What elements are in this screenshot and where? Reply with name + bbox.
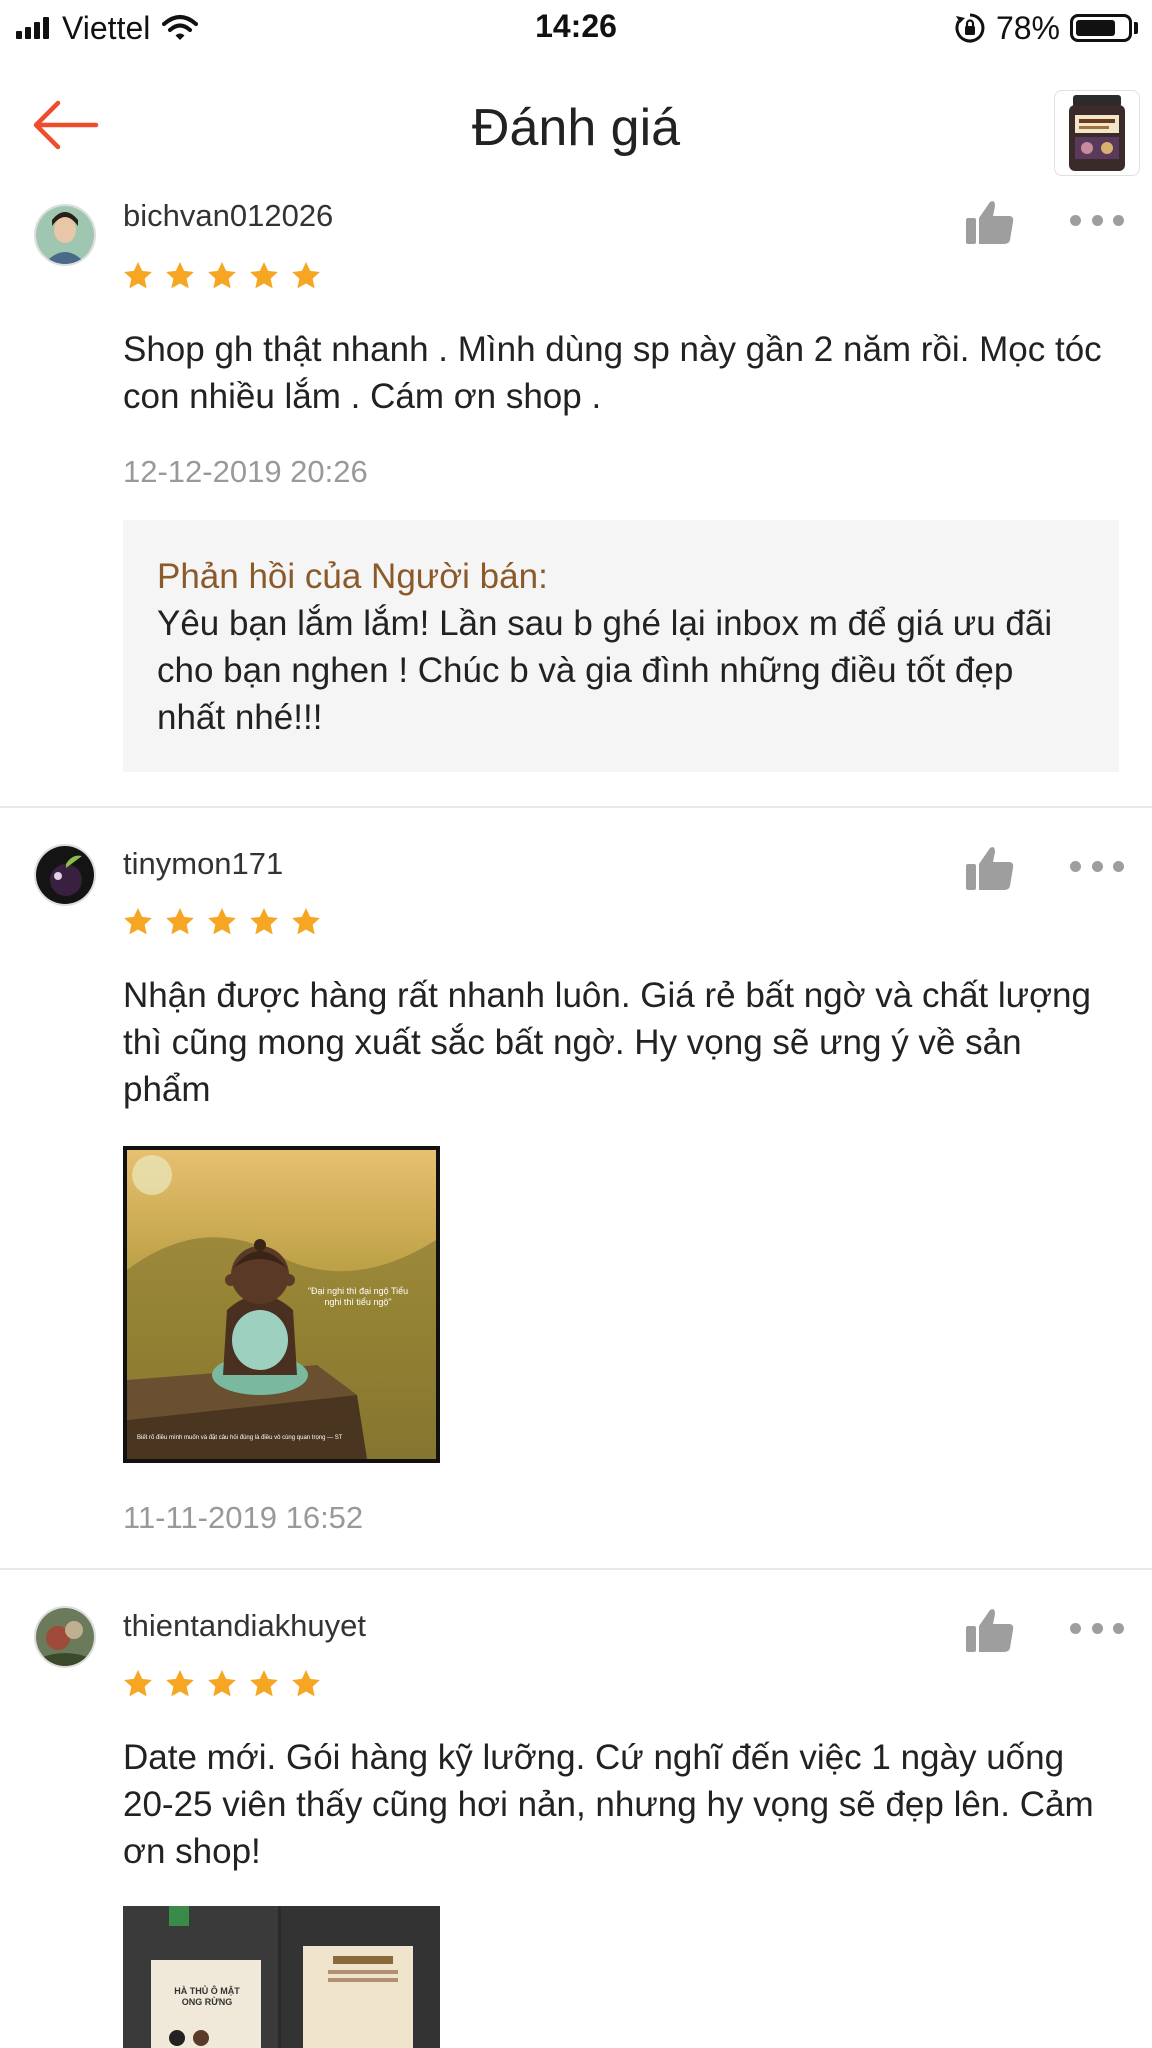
thumbs-up-icon bbox=[966, 847, 1014, 890]
rotation-lock-icon bbox=[955, 13, 985, 43]
product-jars-photo bbox=[123, 1906, 440, 2048]
more-dot bbox=[1070, 860, 1081, 872]
review-date: 12-12-2019 20:26 bbox=[123, 454, 368, 489]
like-button[interactable] bbox=[964, 198, 1016, 246]
more-dot bbox=[1070, 214, 1081, 226]
star-icon bbox=[124, 262, 152, 289]
star-icon bbox=[124, 908, 152, 935]
review-divider bbox=[0, 806, 1152, 808]
review-divider bbox=[0, 1568, 1152, 1570]
jar-label-text: HÀ THỦ Ô MẬT ONG RỪNG bbox=[174, 1986, 240, 2007]
like-button[interactable] bbox=[964, 1606, 1016, 1654]
star-icon bbox=[208, 1670, 236, 1697]
review-username[interactable]: thientandiakhuyet bbox=[123, 1608, 366, 1644]
battery-tip bbox=[1134, 22, 1138, 34]
product-jar-image bbox=[1069, 95, 1125, 171]
photo-quote: "Đại nghi thì đại ngộ Tiểu nghi thì tiểu… bbox=[307, 1286, 409, 1307]
avatar[interactable] bbox=[34, 204, 96, 266]
more-options-button[interactable] bbox=[1070, 210, 1124, 230]
seller-reply: Phản hồi của Người bán: Yêu bạn lắm lắm!… bbox=[123, 520, 1119, 772]
photo-caption: Biết rõ điều mình muốn và đặt câu hỏi đú… bbox=[137, 1435, 343, 1441]
review-username[interactable]: tinymon171 bbox=[123, 846, 283, 882]
product-thumbnail[interactable] bbox=[1054, 90, 1140, 176]
review-username[interactable]: bichvan012026 bbox=[123, 198, 333, 234]
review-item: thientandiakhuyet Date mới. Gói hàng kỹ … bbox=[0, 1606, 1152, 2048]
more-dot bbox=[1091, 860, 1103, 872]
more-dot bbox=[1091, 1622, 1103, 1634]
more-dot bbox=[1113, 214, 1124, 226]
star-icon bbox=[292, 908, 320, 935]
review-text: Date mới. Gói hàng kỹ lưỡng. Cứ nghĩ đến… bbox=[123, 1738, 1094, 1871]
review-date: 11-11-2019 16:52 bbox=[123, 1500, 364, 1535]
user-avatar-image bbox=[36, 1608, 94, 1666]
star-icon bbox=[208, 908, 236, 935]
page-title: Đánh giá bbox=[471, 99, 681, 157]
star-icon bbox=[250, 262, 278, 289]
avatar[interactable] bbox=[34, 1606, 96, 1668]
star-icon bbox=[166, 262, 194, 289]
more-dot bbox=[1113, 860, 1124, 872]
star-rating bbox=[122, 260, 332, 292]
star-icon bbox=[292, 262, 320, 289]
more-options-button[interactable] bbox=[1070, 1618, 1124, 1638]
more-options-button[interactable] bbox=[1070, 856, 1124, 876]
star-rating bbox=[122, 1668, 332, 1700]
thumbs-up-icon bbox=[966, 1609, 1014, 1652]
star-icon bbox=[292, 1670, 320, 1697]
review-photo[interactable]: "Đại nghi thì đại ngộ Tiểu nghi thì tiểu… bbox=[123, 1146, 440, 1463]
thumbs-up-icon bbox=[966, 201, 1014, 244]
review-photo[interactable]: HÀ THỦ Ô MẬT ONG RỪNG bbox=[123, 1906, 440, 2048]
battery-icon bbox=[1070, 14, 1132, 42]
star-icon bbox=[124, 1670, 152, 1697]
nav-bar: Đánh giá bbox=[0, 58, 1152, 198]
battery-percent: 78% bbox=[995, 9, 1060, 46]
more-dot bbox=[1113, 1622, 1124, 1634]
star-icon bbox=[166, 1670, 194, 1697]
review-text: Shop gh thật nhanh . Mình dùng sp này gầ… bbox=[123, 330, 1102, 416]
seller-reply-text: Yêu bạn lắm lắm! Lần sau b ghé lại inbox… bbox=[157, 604, 1053, 737]
review-item: bichvan012026 Shop gh thật nhanh . Mình … bbox=[0, 198, 1152, 808]
star-icon bbox=[208, 262, 236, 289]
review-item: tinymon171 Nhận được hàng rất nhanh luôn… bbox=[0, 844, 1152, 1564]
battery-fill bbox=[1076, 20, 1115, 36]
more-dot bbox=[1091, 214, 1103, 226]
star-icon bbox=[166, 908, 194, 935]
more-dot bbox=[1070, 1622, 1081, 1634]
avatar[interactable] bbox=[34, 844, 96, 906]
user-avatar-image bbox=[36, 846, 94, 904]
review-text: Nhận được hàng rất nhanh luôn. Giá rẻ bấ… bbox=[123, 976, 1091, 1109]
status-bar: Viettel 14:26 78% bbox=[0, 0, 1152, 58]
seller-reply-label: Phản hồi của Người bán: bbox=[157, 557, 548, 596]
star-icon bbox=[250, 1670, 278, 1697]
status-right: 78% bbox=[954, 8, 1138, 48]
star-rating bbox=[122, 906, 332, 938]
like-button[interactable] bbox=[964, 844, 1016, 892]
user-avatar-image bbox=[36, 206, 94, 264]
star-icon bbox=[250, 908, 278, 935]
